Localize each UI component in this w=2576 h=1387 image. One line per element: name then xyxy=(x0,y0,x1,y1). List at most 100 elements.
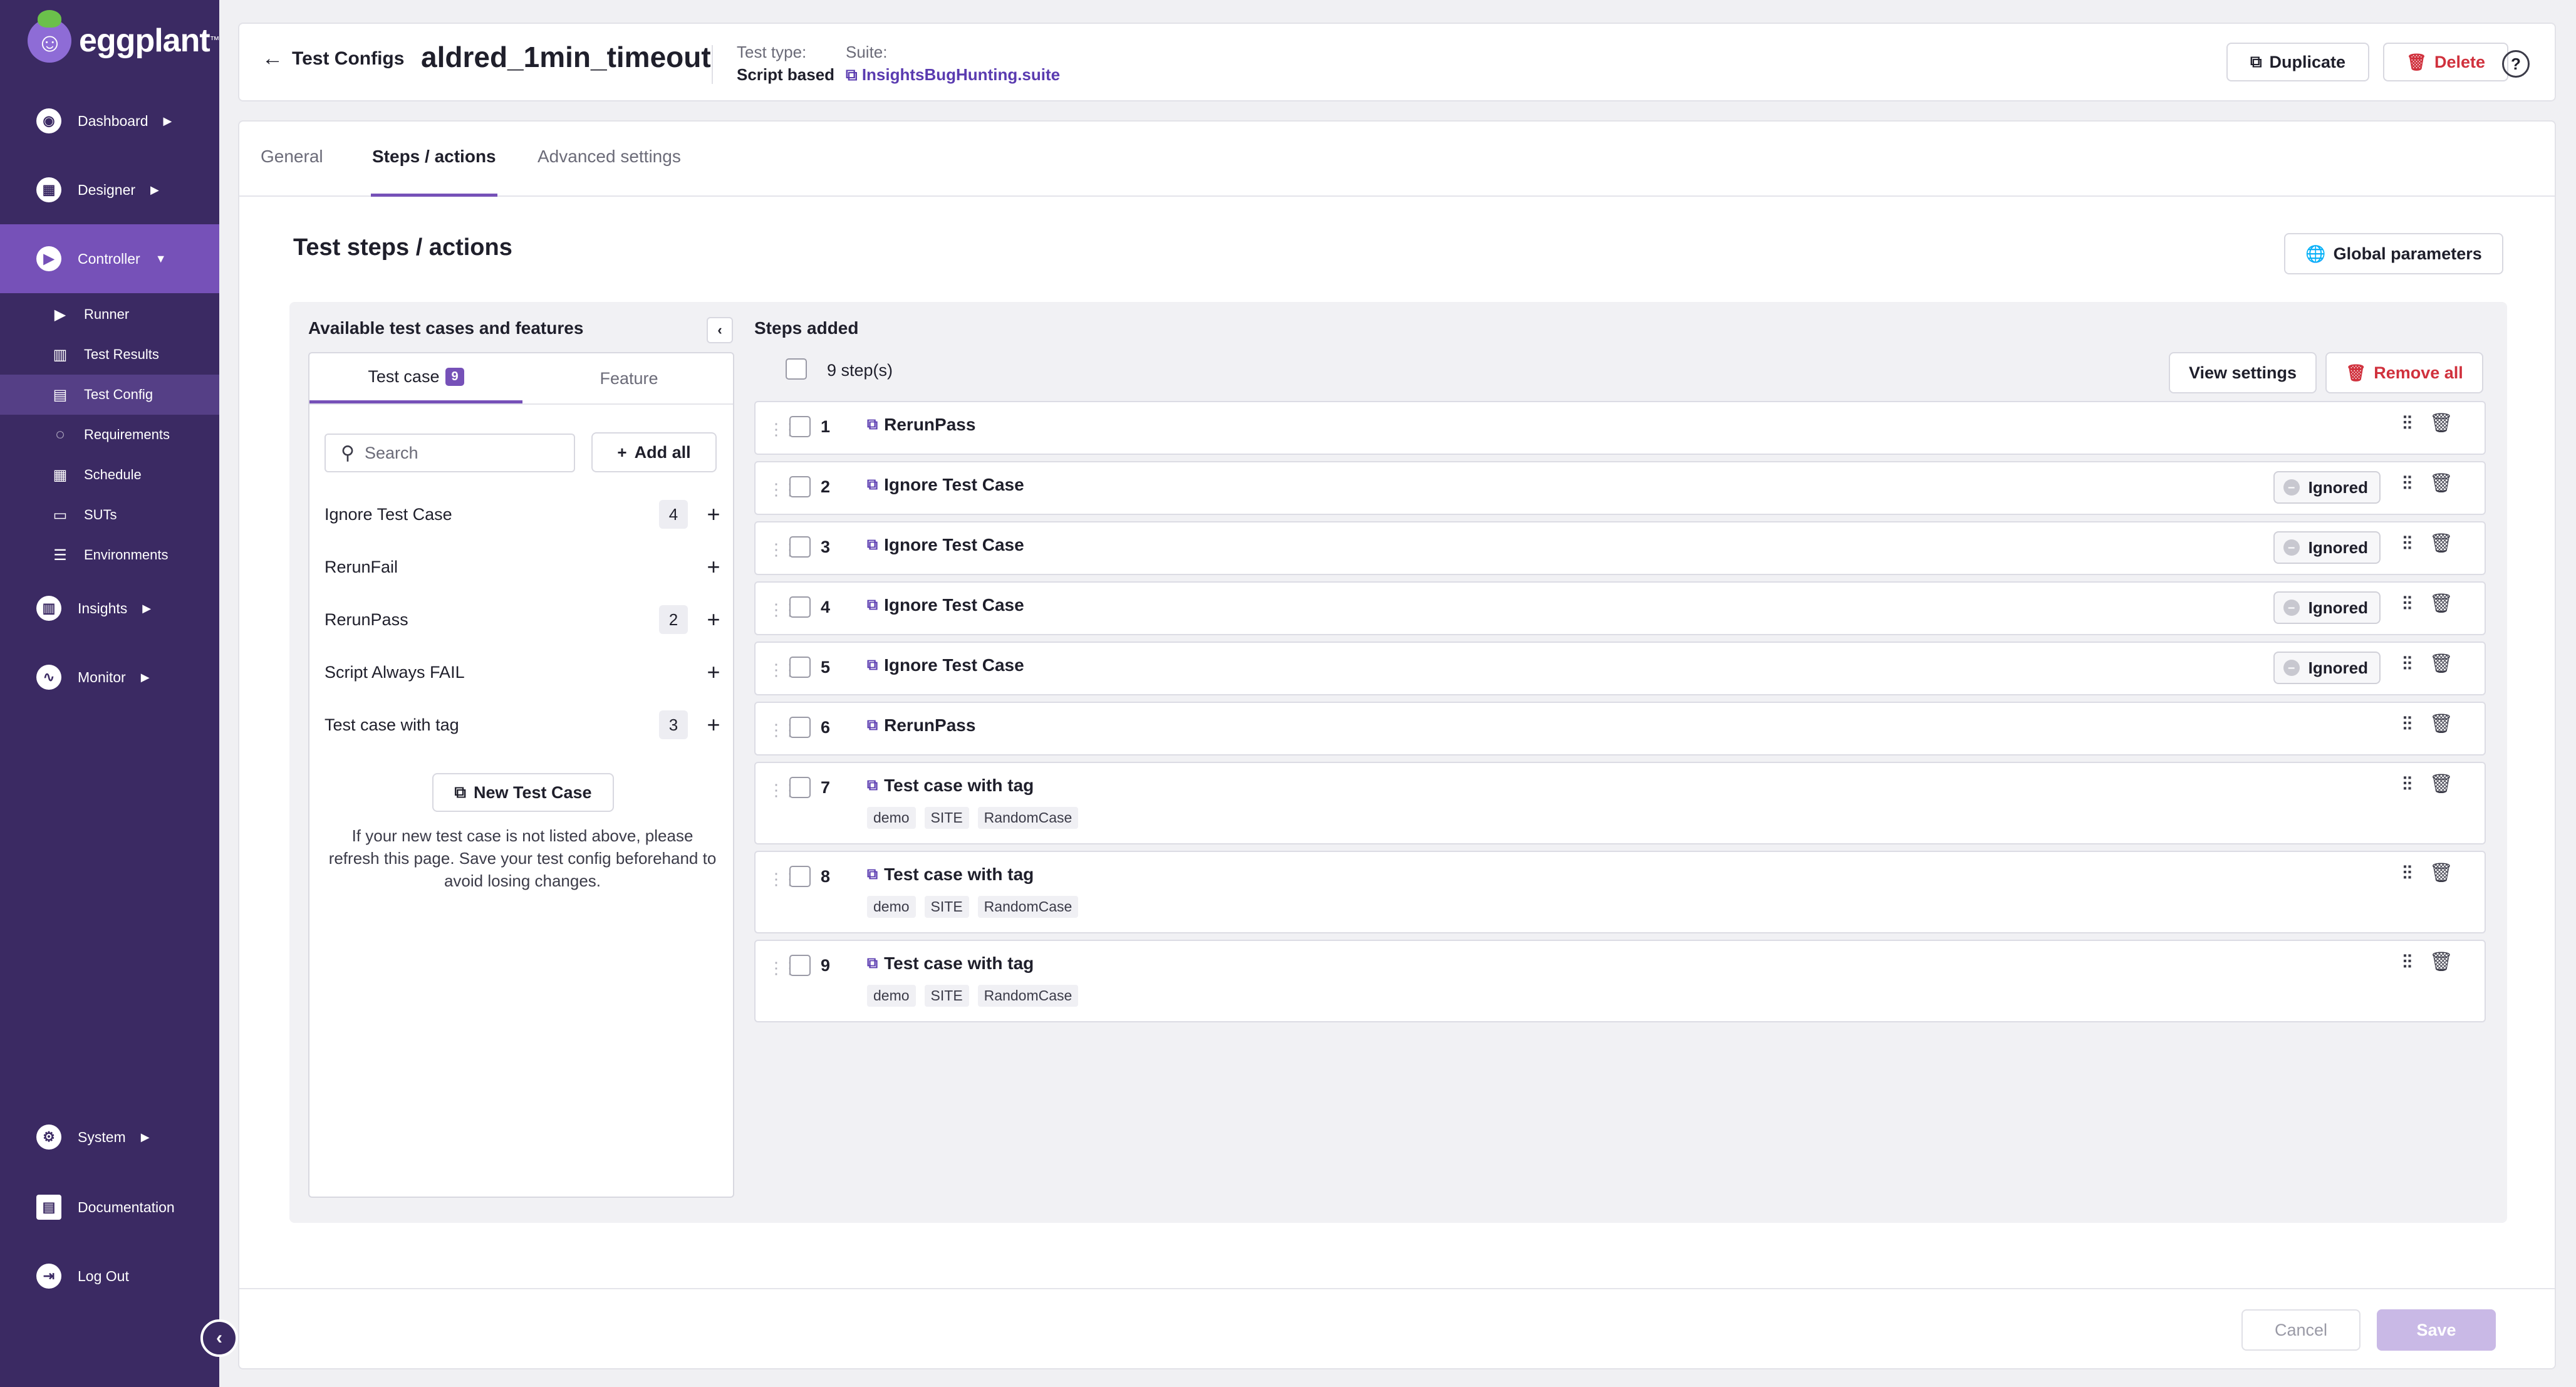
step-settings-icon[interactable]: ⫶⫶ xyxy=(2402,594,2412,615)
step-row[interactable]: ⋮⋮ 8 ⧉ Test case with tag demo SITE Rando… xyxy=(754,851,2486,933)
step-name[interactable]: ⧉ Test case with tag xyxy=(867,776,1034,796)
external-link-icon: ⧉ xyxy=(454,782,466,801)
tab-general[interactable]: General xyxy=(261,147,323,197)
help-icon[interactable]: ? xyxy=(2502,50,2530,78)
list-item: Test case with tag 3 + xyxy=(325,705,723,744)
duplicate-button[interactable]: ⧉ Duplicate xyxy=(2226,43,2369,81)
step-settings-icon[interactable]: ⫶⫶ xyxy=(2402,474,2412,495)
step-settings-icon[interactable]: ⫶⫶ xyxy=(2402,534,2412,555)
step-checkbox[interactable] xyxy=(789,955,811,976)
add-icon[interactable]: + xyxy=(704,501,723,527)
step-delete-icon[interactable]: 🗑 xyxy=(2429,951,2453,973)
step-checkbox[interactable] xyxy=(789,416,811,437)
subtab-test-case[interactable]: Test case 9 xyxy=(309,353,522,403)
step-settings-icon[interactable]: ⫶⫶ xyxy=(2402,952,2412,974)
tab-advanced-settings[interactable]: Advanced settings xyxy=(538,147,681,197)
tab-steps-actions[interactable]: Steps / actions xyxy=(371,147,497,197)
sub-test-results[interactable]: ▥ Test Results xyxy=(0,335,219,375)
step-row[interactable]: ⋮⋮ 2 ⧉ Ignore Test Case – Ignored ⫶⫶ 🗑 xyxy=(754,461,2486,515)
back-to-test-configs-link[interactable]: ← Test Configs xyxy=(262,46,404,71)
select-all-checkbox[interactable] xyxy=(786,358,807,380)
step-checkbox[interactable] xyxy=(789,536,811,558)
view-settings-button[interactable]: View settings xyxy=(2169,352,2317,393)
bar-chart-icon: ▥ xyxy=(53,346,68,363)
step-checkbox[interactable] xyxy=(789,657,811,678)
controller-icon: ▶ xyxy=(36,246,61,271)
step-settings-icon[interactable]: ⫶⫶ xyxy=(2402,413,2412,435)
add-icon[interactable]: + xyxy=(704,659,723,685)
step-checkbox[interactable] xyxy=(789,596,811,618)
step-settings-icon[interactable]: ⫶⫶ xyxy=(2402,654,2412,675)
step-settings-icon[interactable]: ⫶⫶ xyxy=(2402,863,2412,885)
step-row[interactable]: ⋮⋮ 5 ⧉ Ignore Test Case – Ignored ⫶⫶ 🗑 xyxy=(754,642,2486,695)
step-checkbox[interactable] xyxy=(789,866,811,887)
sub-requirements[interactable]: ◌ Requirements xyxy=(0,415,219,455)
step-row[interactable]: ⋮⋮ 6 ⧉ RerunPass ⫶⫶ 🗑 xyxy=(754,702,2486,756)
add-all-button[interactable]: + Add all xyxy=(591,432,717,472)
nav-system[interactable]: ⚙ System ▶ xyxy=(0,1103,219,1171)
step-name[interactable]: ⧉ Test case with tag xyxy=(867,865,1034,885)
subtab-feature[interactable]: Feature xyxy=(522,353,735,403)
step-name[interactable]: ⧉ Ignore Test Case xyxy=(867,535,1024,555)
step-row[interactable]: ⋮⋮ 9 ⧉ Test case with tag demo SITE Rando… xyxy=(754,940,2486,1022)
collapse-sidebar-button[interactable]: ‹ xyxy=(200,1319,238,1357)
step-name[interactable]: ⧉ Ignore Test Case xyxy=(867,475,1024,495)
step-delete-icon[interactable]: 🗑 xyxy=(2429,472,2453,494)
global-parameters-button[interactable]: 🌐 Global parameters xyxy=(2284,233,2503,274)
tag: demo xyxy=(867,985,916,1007)
step-delete-icon[interactable]: 🗑 xyxy=(2429,653,2453,675)
step-delete-icon[interactable]: 🗑 xyxy=(2429,713,2453,735)
delete-button[interactable]: 🗑 Delete xyxy=(2383,43,2508,81)
add-icon[interactable]: + xyxy=(704,554,723,580)
brand-name: eggplant xyxy=(79,23,210,59)
step-settings-icon[interactable]: ⫶⫶ xyxy=(2402,774,2412,796)
sub-schedule[interactable]: ▦ Schedule xyxy=(0,455,219,495)
sub-environments[interactable]: ☰ Environments xyxy=(0,535,219,575)
nav-monitor[interactable]: ∿ Monitor ▶ xyxy=(0,643,219,712)
sub-suts[interactable]: ▭ SUTs xyxy=(0,495,219,535)
eggplant-logo[interactable]: eggplant™ xyxy=(28,10,220,63)
step-delete-icon[interactable]: 🗑 xyxy=(2429,593,2453,615)
add-icon[interactable]: + xyxy=(704,606,723,633)
nav-designer[interactable]: ▦ Designer ▶ xyxy=(0,155,219,224)
external-link-icon: ⧉ xyxy=(867,866,878,883)
list-item: RerunPass 2 + xyxy=(325,600,723,639)
step-name[interactable]: ⧉ RerunPass xyxy=(867,415,975,435)
step-checkbox[interactable] xyxy=(789,717,811,738)
suite-link[interactable]: ⧉ InsightsBugHunting.suite xyxy=(846,65,1060,85)
nav-insights[interactable]: ▥ Insights ▶ xyxy=(0,574,219,643)
step-settings-icon[interactable]: ⫶⫶ xyxy=(2402,714,2412,735)
step-checkbox[interactable] xyxy=(789,476,811,497)
save-button[interactable]: Save xyxy=(2377,1309,2496,1351)
nav-controller[interactable]: ▶ Controller ▼ xyxy=(0,224,219,293)
step-row[interactable]: ⋮⋮ 7 ⧉ Test case with tag demo SITE Rando… xyxy=(754,762,2486,844)
step-name[interactable]: ⧉ RerunPass xyxy=(867,715,975,735)
step-row[interactable]: ⋮⋮ 4 ⧉ Ignore Test Case – Ignored ⫶⫶ 🗑 xyxy=(754,581,2486,635)
search-input[interactable]: ⚲ Search xyxy=(325,434,575,472)
step-name[interactable]: ⧉ Test case with tag xyxy=(867,953,1034,974)
ignored-badge: – Ignored xyxy=(2273,591,2381,624)
nav-logout[interactable]: ⇥ Log Out xyxy=(0,1242,219,1311)
step-delete-icon[interactable]: 🗑 xyxy=(2429,532,2453,554)
step-checkbox[interactable] xyxy=(789,777,811,798)
step-delete-icon[interactable]: 🗑 xyxy=(2429,773,2453,795)
steps-added-title: Steps added xyxy=(754,318,859,338)
step-name[interactable]: ⧉ Ignore Test Case xyxy=(867,655,1024,675)
nav-dashboard[interactable]: ◉ Dashboard ▶ xyxy=(0,86,219,155)
add-icon[interactable]: + xyxy=(704,712,723,738)
sub-runner[interactable]: ▶ Runner xyxy=(0,294,219,335)
sub-test-config[interactable]: ▤ Test Config xyxy=(0,375,219,415)
nav-documentation[interactable]: ▤ Documentation xyxy=(0,1173,219,1242)
collapse-available-button[interactable]: ‹ xyxy=(707,317,733,343)
step-number: 1 xyxy=(821,417,831,436)
cancel-button[interactable]: Cancel xyxy=(2241,1309,2360,1351)
new-test-case-button[interactable]: ⧉ New Test Case xyxy=(432,773,614,812)
tag-list: demo SITE RandomCase xyxy=(867,985,1087,1007)
step-delete-icon[interactable]: 🗑 xyxy=(2429,862,2453,884)
step-delete-icon[interactable]: 🗑 xyxy=(2429,412,2453,434)
list-item: RerunFail + xyxy=(325,548,723,586)
step-row[interactable]: ⋮⋮ 1 ⧉ RerunPass ⫶⫶ 🗑 xyxy=(754,401,2486,455)
step-name[interactable]: ⧉ Ignore Test Case xyxy=(867,595,1024,615)
remove-all-button[interactable]: 🗑 Remove all xyxy=(2325,352,2483,393)
step-row[interactable]: ⋮⋮ 3 ⧉ Ignore Test Case – Ignored ⫶⫶ 🗑 xyxy=(754,521,2486,575)
